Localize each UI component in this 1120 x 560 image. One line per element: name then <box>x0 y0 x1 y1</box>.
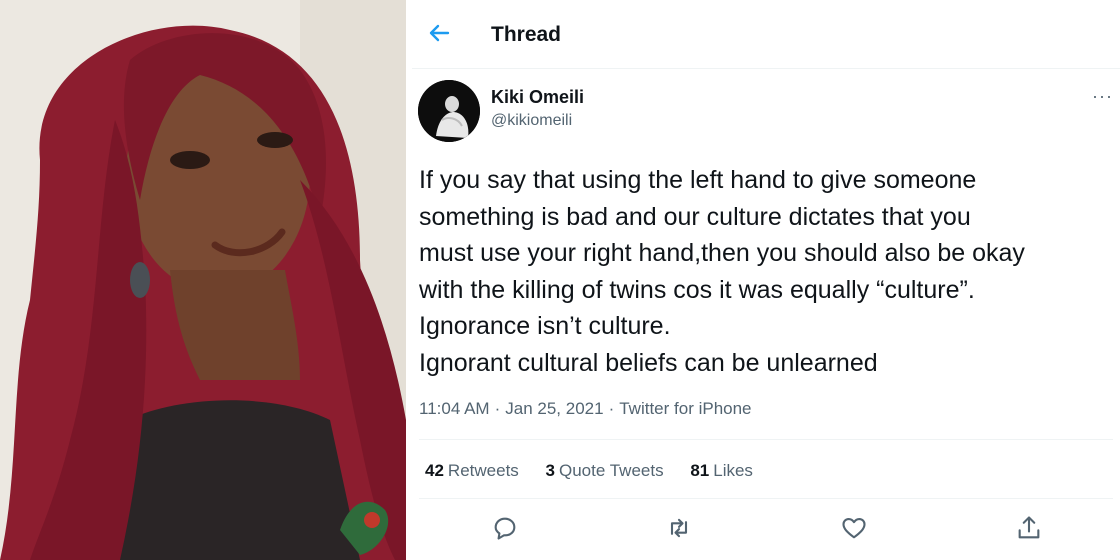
profile-photo <box>0 0 406 560</box>
reply-icon <box>494 517 516 540</box>
tweet-line: with the killing of twins cos it was equ… <box>419 275 975 304</box>
tweet-line: If you say that using the left hand to g… <box>419 166 977 194</box>
like-button[interactable] <box>840 514 872 546</box>
quote-tweets-stat[interactable]: 3 Quote Tweets <box>546 461 664 481</box>
quote-tweets-count: 3 <box>545 461 555 480</box>
tweet-meta: 11:04 AM · Jan 25, 2021 · Twitter for iPhone <box>419 399 752 419</box>
meta-separator: · <box>608 399 615 418</box>
engagement-stats: 42 Retweets 3 Quote Tweets 81 Likes <box>425 461 775 481</box>
retweet-button[interactable] <box>665 514 697 546</box>
tweet-line: Ignorance isn’t culture. <box>419 312 671 340</box>
retweets-label: Retweets <box>447 461 519 480</box>
tweet-line: Ignorant cultural beliefs can be unlearn… <box>419 348 878 377</box>
divider <box>419 498 1113 499</box>
author-handle[interactable]: @kikiomeili <box>491 112 572 130</box>
tweet-source[interactable]: Twitter for iPhone <box>619 399 751 418</box>
share-icon <box>1018 516 1040 539</box>
page-title: Thread <box>491 23 562 46</box>
author-name[interactable]: Kiki Omeili <box>491 87 584 108</box>
avatar-image <box>418 80 480 142</box>
meta-separator: · <box>494 399 501 418</box>
more-options-button[interactable]: ··· <box>1092 86 1113 107</box>
quote-tweets-label: Quote Tweets <box>559 461 664 480</box>
retweet-icon <box>670 518 688 538</box>
tweet-actions <box>412 514 1120 550</box>
thread-header: Thread <box>412 0 1120 69</box>
reply-button[interactable] <box>491 514 523 546</box>
share-button[interactable] <box>1015 514 1047 546</box>
retweets-stat[interactable]: 42 Retweets <box>425 461 519 481</box>
tweet-line: must use your right hand,then you should… <box>419 239 1025 267</box>
heart-icon <box>842 517 866 539</box>
tweet-panel: Thread Kiki Omeili @kikiomeili ··· If yo… <box>412 0 1120 560</box>
likes-label: Likes <box>713 461 753 480</box>
divider <box>419 439 1113 440</box>
arrow-left-icon <box>429 24 450 42</box>
back-button[interactable] <box>426 20 452 46</box>
retweets-count: 42 <box>425 461 444 480</box>
likes-count: 81 <box>690 461 710 480</box>
tweet-time[interactable]: 11:04 AM <box>419 399 490 418</box>
likes-stat[interactable]: 81 Likes <box>690 461 753 481</box>
tweet-date[interactable]: Jan 25, 2021 <box>505 399 603 418</box>
tweet-line: something is bad and our culture dictate… <box>419 202 971 231</box>
portrait-illustration <box>0 0 406 560</box>
avatar[interactable] <box>418 80 480 142</box>
tweet-text: If you say that using the left hand to g… <box>419 162 1109 381</box>
